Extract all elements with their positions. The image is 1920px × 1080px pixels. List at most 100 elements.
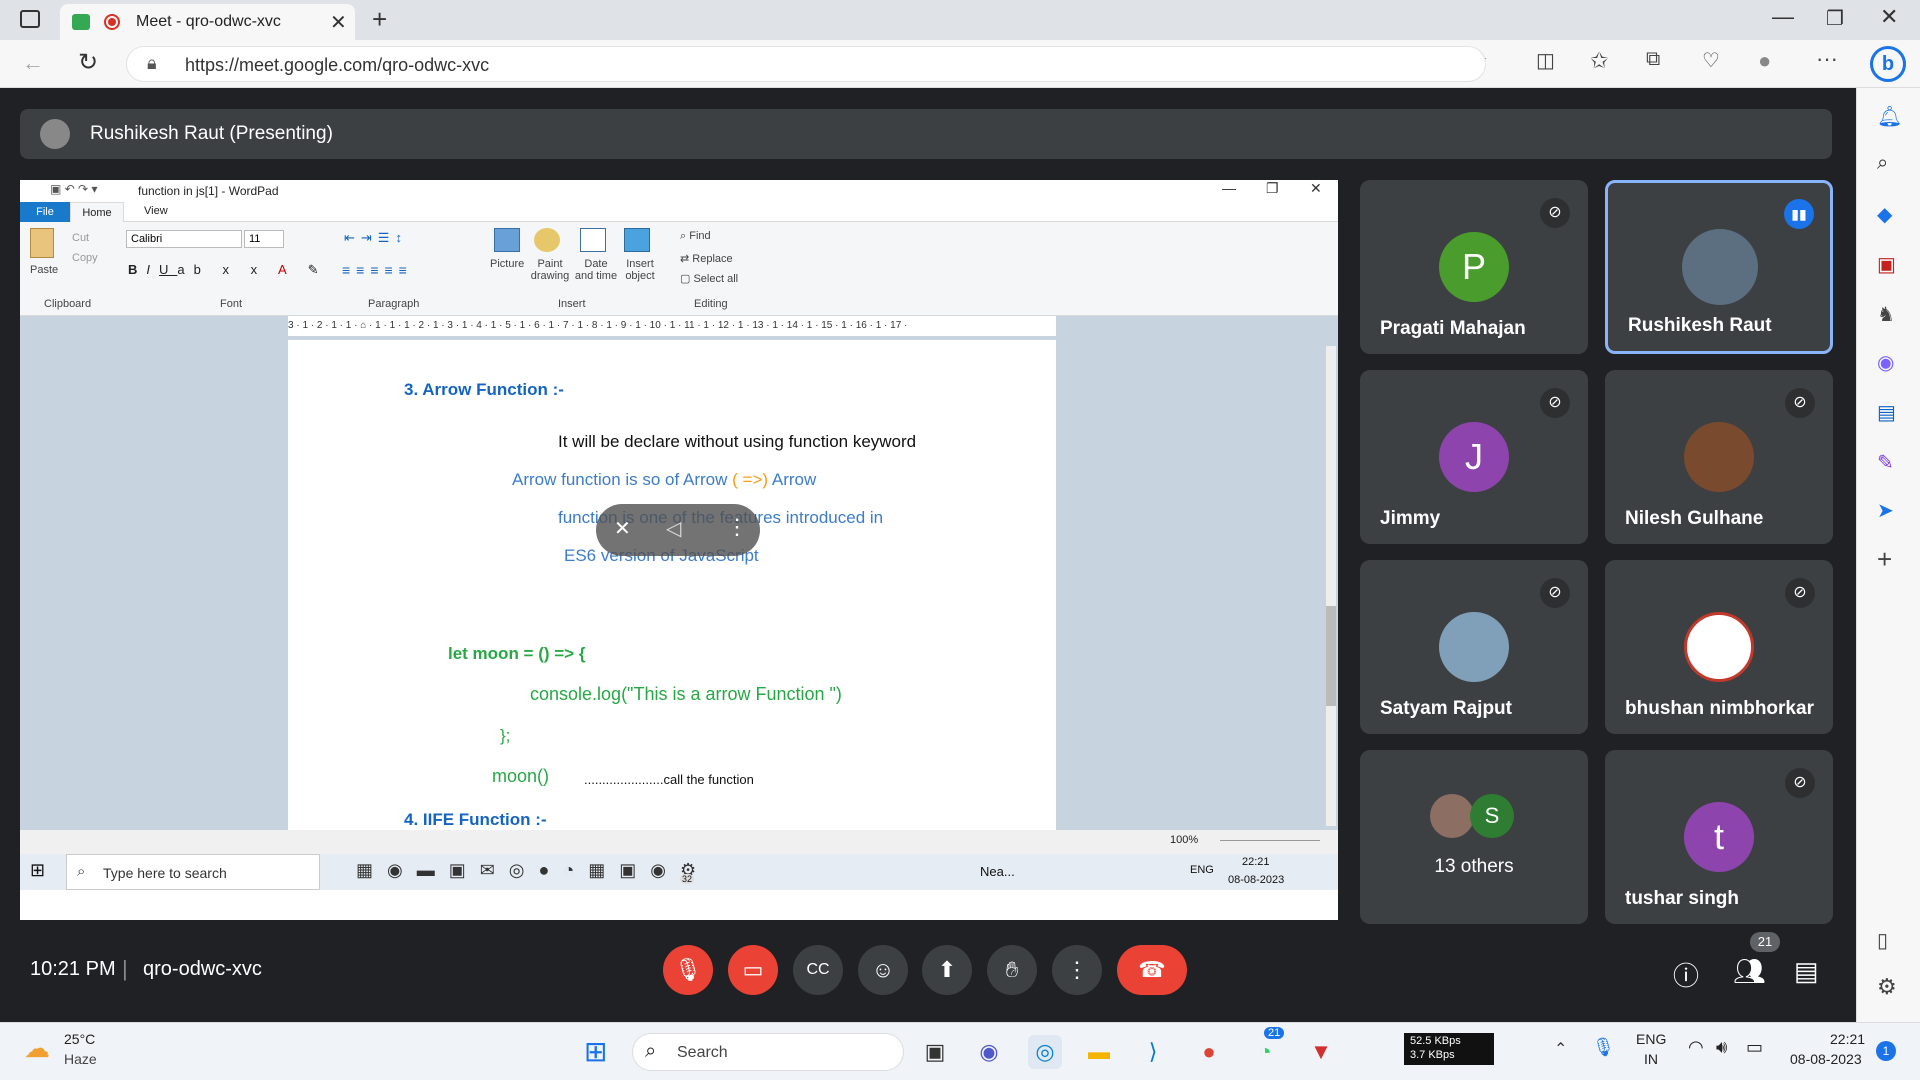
- inner-start-icon[interactable]: ⊞: [30, 860, 45, 881]
- chevron-up-icon[interactable]: ⌃: [1554, 1039, 1567, 1059]
- minimize-icon[interactable]: —: [1772, 4, 1794, 30]
- games-icon[interactable]: ♞: [1877, 302, 1895, 327]
- paint-drawing-icon[interactable]: [534, 228, 560, 252]
- chat-icon[interactable]: ▤: [1794, 956, 1819, 987]
- collections-icon[interactable]: ⧉: [1646, 48, 1660, 71]
- home-tab[interactable]: Home: [70, 202, 124, 223]
- inner-taskbar-apps[interactable]: ▦◉▬▣✉◎●◔▦▣◉⚙: [356, 860, 710, 881]
- task-view-icon[interactable]: ▣: [918, 1035, 952, 1069]
- start-icon[interactable]: ⊞: [584, 1035, 607, 1068]
- back-icon[interactable]: ←: [22, 50, 44, 76]
- insert-object-button[interactable]: Insert object: [620, 258, 660, 282]
- present-button[interactable]: ⬆: [922, 945, 972, 995]
- wp-close-icon[interactable]: ✕: [1310, 180, 1322, 197]
- taskbar-search[interactable]: ⌕ Search: [632, 1033, 904, 1071]
- more-options-icon[interactable]: ⋮: [726, 514, 748, 540]
- chrome-icon[interactable]: ●: [1192, 1035, 1226, 1069]
- quick-access-icons[interactable]: ▣ ↶ ↷ ▾: [50, 182, 97, 196]
- find-button[interactable]: ⌕ Find: [680, 230, 711, 243]
- outlook-icon[interactable]: ▤: [1877, 400, 1896, 425]
- tile-pragati[interactable]: ⊘ P Pragati Mahajan: [1360, 180, 1588, 354]
- font-size-select[interactable]: 11: [244, 230, 284, 248]
- url-field[interactable]: 🔒︎ https://meet.google.com/qro-odwc-xvc: [126, 46, 1486, 82]
- speaker-off-icon[interactable]: ◁: [666, 516, 681, 541]
- select-all-button[interactable]: ▢ Select all: [680, 272, 738, 285]
- refresh-icon[interactable]: ↻: [78, 48, 98, 77]
- copy-button[interactable]: Copy: [72, 252, 98, 264]
- profile-icon[interactable]: ●: [1758, 48, 1771, 74]
- close-tab-icon[interactable]: ✕: [330, 10, 347, 35]
- more-options-button[interactable]: ⋮: [1052, 945, 1102, 995]
- font-format-buttons[interactable]: BIUab x x A ✎: [128, 262, 327, 278]
- date-time-button[interactable]: Date and time: [574, 258, 618, 282]
- paint-drawing-button[interactable]: Paint drawing: [528, 258, 572, 282]
- tile-bhushan[interactable]: ⊘ bhushan nimbhorkar: [1605, 560, 1833, 734]
- teams-icon[interactable]: ◉: [972, 1035, 1006, 1069]
- new-tab-button[interactable]: +: [372, 4, 387, 35]
- tile-satyam[interactable]: ⊘ Satyam Rajput: [1360, 560, 1588, 734]
- edge-icon[interactable]: ◎: [1028, 1035, 1062, 1069]
- notifications-icon[interactable]: 🔔︎: [1877, 104, 1902, 129]
- notification-badge[interactable]: 1: [1876, 1041, 1896, 1061]
- file-tab[interactable]: File: [20, 202, 70, 222]
- emoji-button[interactable]: ☺: [858, 945, 908, 995]
- align-buttons[interactable]: ≡≡≡≡≡: [342, 262, 413, 278]
- browser-essentials-icon[interactable]: ♡: [1702, 48, 1720, 73]
- designer-icon[interactable]: ✎: [1877, 450, 1894, 475]
- more-icon[interactable]: ···: [1816, 46, 1838, 72]
- file-explorer-icon[interactable]: ▬: [1082, 1035, 1116, 1069]
- tile-rushikesh[interactable]: ▮▮ Rushikesh Raut: [1605, 180, 1833, 354]
- browser-tab[interactable]: Meet - qro-odwc-xvc ✕: [60, 4, 355, 40]
- tile-jimmy[interactable]: ⊘ J Jimmy: [1360, 370, 1588, 544]
- weather-icon[interactable]: ☁: [24, 1033, 50, 1064]
- insert-object-icon[interactable]: [624, 228, 650, 252]
- vscode-icon[interactable]: ⟩: [1136, 1035, 1170, 1069]
- inner-search-box[interactable]: ⌕ Type here to search: [66, 854, 320, 890]
- picture-button[interactable]: Picture: [490, 258, 524, 270]
- volume-icon[interactable]: 🔊︎: [1716, 1037, 1727, 1058]
- replace-button[interactable]: ⇄ Replace: [680, 252, 733, 265]
- cut-button[interactable]: Cut: [72, 232, 89, 244]
- picture-icon[interactable]: [494, 228, 520, 252]
- info-icon[interactable]: ⓘ: [1673, 956, 1699, 993]
- copilot-icon[interactable]: b: [1870, 46, 1906, 82]
- paste-label[interactable]: Paste: [30, 264, 58, 276]
- date-time-icon[interactable]: [580, 228, 606, 252]
- mic-off-icon[interactable]: ✕: [614, 516, 631, 541]
- send-icon[interactable]: ➤: [1877, 498, 1894, 523]
- doc-scrollbar[interactable]: [1326, 346, 1336, 826]
- wp-minimize-icon[interactable]: —: [1222, 180, 1236, 196]
- captions-button[interactable]: CC: [793, 945, 843, 995]
- mcafee-icon[interactable]: ▼: [1304, 1035, 1338, 1069]
- whatsapp-icon[interactable]: ◔: [1248, 1035, 1282, 1069]
- split-screen-icon[interactable]: ◫: [1536, 48, 1555, 73]
- font-name-select[interactable]: Calibri: [126, 230, 242, 248]
- mic-icon[interactable]: 🎙︎: [1592, 1037, 1615, 1058]
- tools-icon[interactable]: ▣: [1877, 252, 1896, 277]
- search-icon[interactable]: ⌕: [1877, 152, 1888, 175]
- add-icon[interactable]: +: [1877, 544, 1892, 575]
- people-icon[interactable]: 👥︎: [1733, 956, 1766, 987]
- maximize-icon[interactable]: ❐: [1826, 6, 1844, 31]
- close-window-icon[interactable]: ✕: [1880, 4, 1898, 30]
- mic-off-button[interactable]: 🎙︎: [663, 945, 713, 995]
- favorites-icon[interactable]: ✩: [1590, 48, 1608, 74]
- sidebar-toggle-icon[interactable]: ▯: [1877, 928, 1888, 953]
- tile-others[interactable]: S 13 others: [1360, 750, 1588, 924]
- battery-icon[interactable]: ▭: [1746, 1037, 1763, 1058]
- tab-actions-icon[interactable]: [20, 10, 40, 28]
- settings-icon[interactable]: ⚙: [1877, 974, 1897, 1000]
- office-icon[interactable]: ◉: [1877, 350, 1894, 375]
- indent-list-buttons[interactable]: ⇤⇥☰↕: [344, 230, 408, 246]
- camera-off-button[interactable]: ▭: [728, 945, 778, 995]
- wifi-icon[interactable]: ◠: [1688, 1037, 1704, 1058]
- shopping-icon[interactable]: ◆: [1877, 202, 1892, 227]
- document-page[interactable]: 3. Arrow Function :- It will be declare …: [288, 340, 1056, 830]
- wp-restore-icon[interactable]: ❐: [1266, 180, 1279, 197]
- zoom-slider[interactable]: [1220, 840, 1320, 854]
- tile-tushar[interactable]: ⊘ t tushar singh: [1605, 750, 1833, 924]
- raise-hand-button[interactable]: ✋︎: [987, 945, 1037, 995]
- tile-nilesh[interactable]: ⊘ Nilesh Gulhane: [1605, 370, 1833, 544]
- lock-icon[interactable]: 🔒︎: [147, 53, 157, 74]
- paste-icon[interactable]: [30, 228, 54, 258]
